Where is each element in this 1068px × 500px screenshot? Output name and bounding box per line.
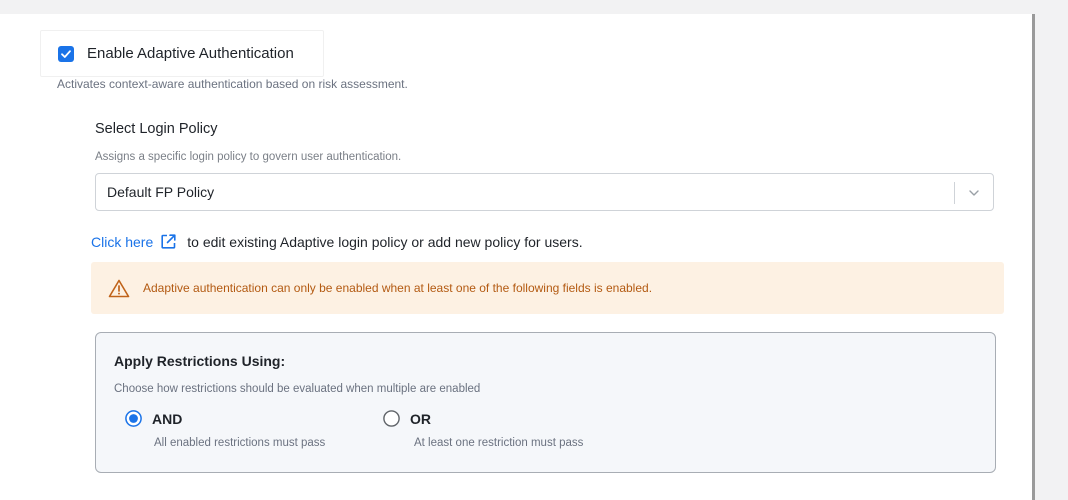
radio-or-description: At least one restriction must pass: [414, 437, 584, 449]
radio-and-description: All enabled restrictions must pass: [154, 437, 326, 449]
radio-unselected-icon[interactable]: [383, 410, 400, 427]
policy-link-description: to edit existing Adaptive login policy o…: [187, 233, 583, 250]
chevron-down-icon[interactable]: [967, 186, 981, 200]
restrictions-title: Apply Restrictions Using:: [114, 353, 286, 369]
radio-and-label: AND: [152, 410, 183, 427]
top-strip: [0, 0, 1068, 14]
warning-text: Adaptive authentication can only be enab…: [143, 281, 653, 295]
login-policy-select[interactable]: Default FP Policy: [95, 173, 994, 211]
checkbox-checked-icon[interactable]: [58, 45, 74, 62]
enable-adaptive-auth-description: Activates context-aware authentication b…: [57, 77, 408, 91]
radio-option-and[interactable]: AND: [125, 410, 182, 427]
warning-banner: Adaptive authentication can only be enab…: [91, 262, 1004, 314]
enable-adaptive-auth-label: Enable Adaptive Authentication: [87, 45, 294, 62]
select-divider: [954, 182, 955, 204]
restrictions-box: Apply Restrictions Using: Choose how res…: [95, 332, 996, 473]
warning-triangle-icon: [108, 279, 130, 298]
click-here-link[interactable]: Click here: [91, 234, 153, 250]
settings-panel: Enable Adaptive Authentication Activates…: [0, 14, 1035, 500]
radio-or-label: OR: [410, 410, 431, 427]
login-policy-title: Select Login Policy: [95, 121, 218, 137]
external-link-icon[interactable]: [160, 233, 177, 250]
radio-option-or[interactable]: OR: [383, 410, 431, 427]
login-policy-selected-value: Default FP Policy: [107, 184, 215, 200]
radio-selected-icon[interactable]: [125, 410, 142, 427]
login-policy-description: Assigns a specific login policy to gover…: [95, 151, 402, 163]
restrictions-description: Choose how restrictions should be evalua…: [114, 383, 481, 395]
policy-link-row: Click here to edit existing Adaptive log…: [91, 233, 583, 250]
enable-adaptive-auth-row[interactable]: Enable Adaptive Authentication: [40, 30, 324, 77]
